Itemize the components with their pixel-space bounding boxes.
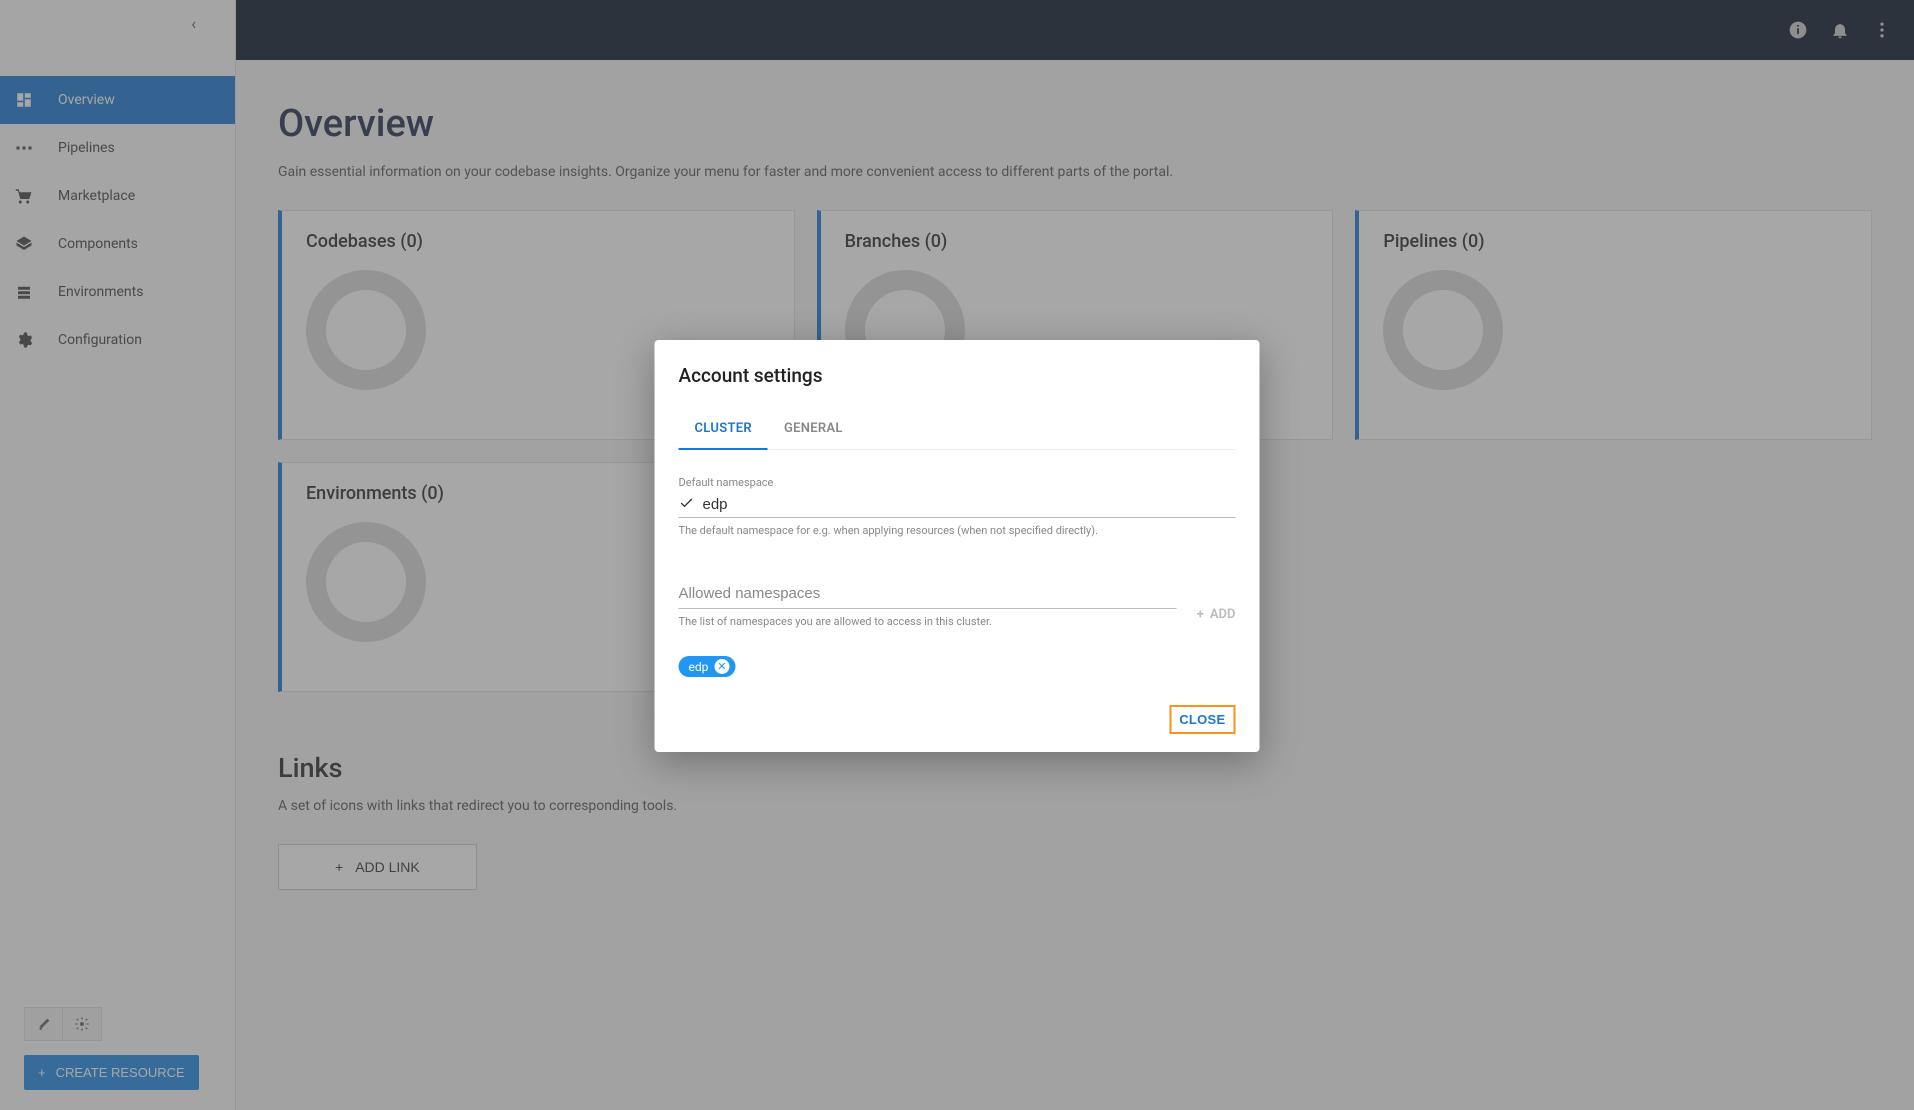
plus-icon: + <box>1197 607 1204 622</box>
default-namespace-field: Default namespace The default namespace … <box>679 476 1236 537</box>
close-button[interactable]: CLOSE <box>1169 705 1235 734</box>
add-namespace-button[interactable]: + ADD <box>1197 607 1236 628</box>
tab-cluster[interactable]: CLUSTER <box>679 409 768 450</box>
chip-label: edp <box>689 660 709 674</box>
dialog-title: Account settings <box>679 364 1236 387</box>
allowed-namespaces-input[interactable] <box>679 585 1177 602</box>
default-namespace-input[interactable] <box>703 496 1236 513</box>
field-help: The list of namespaces you are allowed t… <box>679 615 1177 628</box>
field-help: The default namespace for e.g. when appl… <box>679 524 1236 537</box>
add-label: ADD <box>1210 607 1236 622</box>
allowed-namespaces-field: The list of namespaces you are allowed t… <box>679 581 1177 628</box>
tab-general[interactable]: GENERAL <box>768 409 859 449</box>
dialog-tabs: CLUSTER GENERAL <box>679 409 1236 450</box>
field-label: Default namespace <box>679 476 1236 489</box>
namespace-chips: edp ✕ <box>679 656 1236 677</box>
check-icon <box>679 495 697 513</box>
account-settings-dialog: Account settings CLUSTER GENERAL Default… <box>655 340 1260 752</box>
chip-remove-icon[interactable]: ✕ <box>714 659 729 674</box>
namespace-chip: edp ✕ <box>679 656 736 677</box>
